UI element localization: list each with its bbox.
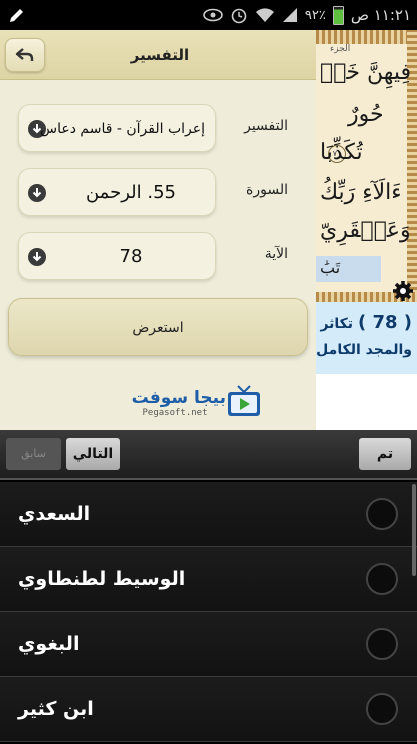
quran-page: الجزء فِيهِنَّ خَيۡ حُورٌ ٧١ تُكَذِّبَا … bbox=[316, 30, 417, 302]
verse-translation: ( 78 ) تكاثر والمجد الكامل، bbox=[316, 302, 417, 374]
back-button[interactable] bbox=[5, 38, 45, 72]
radio-button[interactable] bbox=[366, 693, 398, 725]
list-scrollbar[interactable] bbox=[412, 484, 416, 576]
panel-title: التفسير bbox=[130, 46, 190, 64]
option-label: ابن كثير bbox=[18, 698, 94, 720]
ayah-label: الآية bbox=[264, 246, 288, 262]
option-label: السعدي bbox=[18, 503, 91, 525]
quran-line: وَعَبۡقَرِيّ bbox=[320, 218, 411, 243]
tafsir-value: إعراب القرآن - قاسم دعاس bbox=[40, 121, 205, 137]
clock: ١١:٢١ ص bbox=[350, 6, 411, 24]
quran-line: تَبَٰ bbox=[320, 258, 341, 277]
alarm-icon bbox=[231, 8, 247, 24]
option-label: البغوي bbox=[18, 633, 80, 655]
panel-header: التفسير bbox=[0, 30, 316, 80]
list-item[interactable]: البغوي bbox=[0, 612, 417, 677]
dropdown-arrow-icon bbox=[28, 248, 46, 266]
radio-button[interactable] bbox=[366, 498, 398, 530]
status-icons: ٩٢٪ ١١:٢١ ص bbox=[203, 0, 411, 30]
eye-icon bbox=[203, 8, 223, 22]
radio-button[interactable] bbox=[366, 628, 398, 660]
pencil-icon bbox=[10, 9, 23, 22]
list-actionbar: سابق التالي تم bbox=[0, 430, 417, 480]
list-item[interactable]: الوسيط لطنطاوي bbox=[0, 547, 417, 612]
tafsir-panel: التفسير التفسير إعراب القرآن - قاسم دعاس… bbox=[0, 30, 316, 430]
dropdown-arrow-icon bbox=[28, 184, 46, 202]
logo-url: Pegasoft.net bbox=[142, 408, 208, 418]
previous-button[interactable]: سابق bbox=[6, 438, 61, 470]
verse-text: والمجد الكامل، bbox=[316, 342, 412, 358]
signal-icon bbox=[282, 8, 297, 22]
next-button[interactable]: التالي bbox=[66, 438, 120, 470]
wifi-icon bbox=[255, 8, 274, 22]
quran-line: ءَالَآءِ رَبِّكُ bbox=[320, 180, 402, 205]
battery-icon bbox=[332, 5, 344, 25]
tafsir-options-list: السعدي الوسيط لطنطاوي البغوي ابن كثير bbox=[0, 482, 417, 744]
verse-number: ( 78 ) bbox=[357, 312, 412, 333]
option-label: الوسيط لطنطاوي bbox=[18, 568, 186, 590]
verse-text: تكاثر bbox=[320, 316, 354, 332]
tv-icon bbox=[228, 385, 260, 416]
surah-select[interactable]: 55. الرحمن bbox=[18, 168, 216, 216]
radio-button[interactable] bbox=[366, 563, 398, 595]
list-item[interactable]: ابن كثير bbox=[0, 677, 417, 742]
battery-percent: ٩٢٪ bbox=[304, 7, 326, 23]
ayah-value: 78 bbox=[119, 246, 143, 267]
tafsir-select[interactable]: إعراب القرآن - قاسم دعاس bbox=[18, 104, 216, 152]
verse-area-blank bbox=[316, 374, 417, 430]
show-tafsir-button[interactable]: استعرض bbox=[8, 298, 308, 356]
ayah-select[interactable]: 78 bbox=[18, 232, 216, 280]
juz-label: الجزء bbox=[330, 44, 351, 54]
back-arrow-icon bbox=[15, 48, 34, 61]
surah-value: 55. الرحمن bbox=[85, 182, 176, 203]
quran-line: تُكَذِّبَا bbox=[320, 140, 363, 165]
surah-label: السورة bbox=[246, 182, 288, 198]
logo-brand: بيجا سوفت bbox=[131, 388, 226, 408]
pegasoft-logo: بيجا سوفت Pegasoft.net bbox=[116, 384, 266, 424]
tafsir-label: التفسير bbox=[244, 118, 288, 134]
screen: ٩٢٪ ١١:٢١ ص الجزء فِيهِنَّ خَيۡ حُورٌ ٧١… bbox=[0, 0, 417, 744]
page-border-top bbox=[316, 30, 417, 44]
list-item[interactable]: السعدي bbox=[0, 482, 417, 547]
quran-line: فِيهِنَّ خَيۡ bbox=[320, 60, 412, 85]
status-bar: ٩٢٪ ١١:٢١ ص bbox=[0, 0, 417, 30]
gear-icon[interactable] bbox=[392, 280, 414, 302]
quran-line: حُورٌ bbox=[348, 102, 384, 127]
done-button[interactable]: تم bbox=[359, 438, 411, 470]
